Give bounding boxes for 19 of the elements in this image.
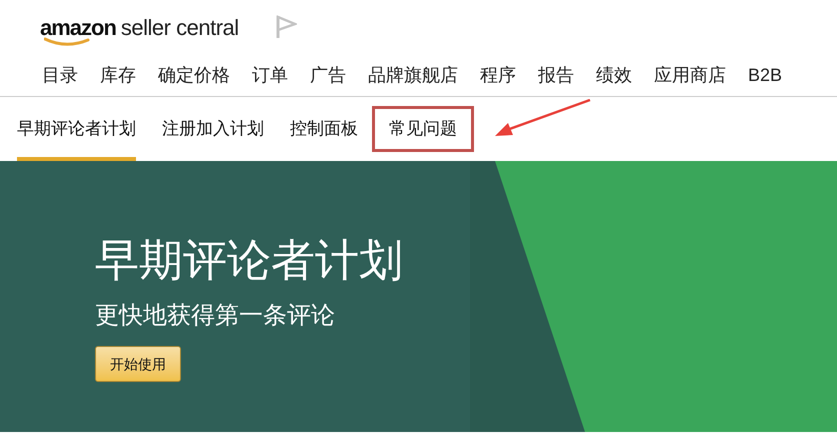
nav-link[interactable]: 应用商店 <box>654 62 726 88</box>
nav-link[interactable]: 绩效 <box>596 62 632 88</box>
nav-link[interactable]: B2B <box>748 62 782 88</box>
tab[interactable]: 控制面板 <box>290 97 358 161</box>
banner-subtitle: 更快地获得第一条评论 <box>95 301 335 331</box>
nav-link[interactable]: 目录 <box>42 62 78 88</box>
nav-link[interactable]: 库存 <box>100 62 136 88</box>
nav-link[interactable]: 确定价格 <box>158 62 230 88</box>
flag-icon[interactable] <box>274 15 297 39</box>
tab[interactable]: 注册加入计划 <box>162 97 264 161</box>
nav-link[interactable]: 报告 <box>538 62 574 88</box>
nav-link[interactable]: 广告 <box>310 62 346 88</box>
nav-link[interactable]: 订单 <box>252 62 288 88</box>
logo[interactable]: amazon seller central <box>40 10 239 44</box>
nav-link[interactable]: 程序 <box>480 62 516 88</box>
banner-title: 早期评论者计划 <box>95 235 403 287</box>
get-started-button[interactable]: 开始使用 <box>95 346 181 382</box>
highlighted-tab[interactable]: 常见问题 <box>372 106 474 152</box>
nav-link[interactable]: 品牌旗舰店 <box>368 62 458 88</box>
